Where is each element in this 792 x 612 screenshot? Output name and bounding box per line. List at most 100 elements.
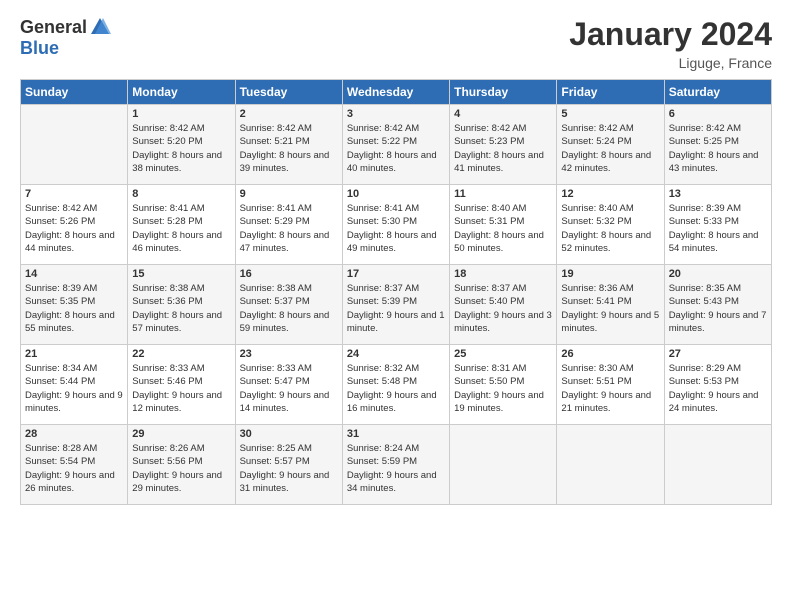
cell-week4-day5: 26 Sunrise: 8:30 AM Sunset: 5:51 PM Dayligh… bbox=[557, 345, 664, 425]
daylight-text: Daylight: 9 hours and 34 minutes. bbox=[347, 470, 437, 494]
header: General Blue January 2024 Liguge, France bbox=[20, 16, 772, 71]
sunrise-text: Sunrise: 8:42 AM bbox=[240, 123, 312, 134]
day-number: 9 bbox=[240, 188, 338, 200]
day-number: 7 bbox=[25, 188, 123, 200]
cell-week5-day2: 30 Sunrise: 8:25 AMSunset: 5:57 PMDayligh… bbox=[235, 425, 342, 505]
cell-info: Sunrise: 8:39 AMSunset: 5:35 PMDaylight:… bbox=[25, 282, 123, 335]
sunset-text: Sunset: 5:25 PM bbox=[669, 136, 739, 147]
daylight-text: Daylight: 9 hours and 29 minutes. bbox=[132, 470, 222, 494]
page: General Blue January 2024 Liguge, France… bbox=[0, 0, 792, 515]
cell-info: Sunrise: 8:26 AMSunset: 5:56 PMDaylight:… bbox=[132, 442, 230, 495]
day-number: 8 bbox=[132, 188, 230, 200]
day-number: 25 bbox=[454, 348, 552, 360]
sunrise-text: Sunrise: 8:41 AM bbox=[132, 203, 204, 214]
daylight-text: Daylight: 8 hours and 52 minutes. bbox=[561, 230, 651, 254]
day-number: 5 bbox=[561, 108, 659, 120]
day-number: 1 bbox=[132, 108, 230, 120]
day-number: 27 bbox=[669, 348, 767, 360]
sunset-text: Sunset: 5:54 PM bbox=[25, 456, 95, 467]
sunrise-text: Sunrise: 8:32 AM bbox=[347, 363, 419, 374]
cell-info: Sunrise: 8:42 AMSunset: 5:26 PMDaylight:… bbox=[25, 202, 123, 255]
sunset-text: Sunset: 5:47 PM bbox=[240, 376, 310, 387]
daylight-text: Daylight: 8 hours and 54 minutes. bbox=[669, 230, 759, 254]
day-number: 2 bbox=[240, 108, 338, 120]
cell-week1-day2: 2 Sunrise: 8:42 AMSunset: 5:21 PMDaylight… bbox=[235, 105, 342, 185]
sunset-text: Sunset: 5:53 PM bbox=[669, 376, 739, 387]
day-number: 26 bbox=[561, 348, 659, 360]
cell-week5-day4 bbox=[450, 425, 557, 505]
sunset-text: Sunset: 5:26 PM bbox=[25, 216, 95, 227]
day-number: 19 bbox=[561, 268, 659, 280]
sunset-text: Sunset: 5:57 PM bbox=[240, 456, 310, 467]
sunset-text: Sunset: 5:51 PM bbox=[561, 376, 631, 387]
day-number: 13 bbox=[669, 188, 767, 200]
cell-info: Sunrise: 8:36 AMSunset: 5:41 PMDaylight:… bbox=[561, 282, 659, 335]
sunset-text: Sunset: 5:20 PM bbox=[132, 136, 202, 147]
cell-week1-day1: 1 Sunrise: 8:42 AM Sunset: 5:20 PM Daylight… bbox=[128, 105, 235, 185]
day-number: 15 bbox=[132, 268, 230, 280]
sunrise-text: Sunrise: 8:42 AM bbox=[561, 123, 633, 134]
sunset-text: Sunset: 5:35 PM bbox=[25, 296, 95, 307]
cell-info: Sunrise: 8:40 AMSunset: 5:32 PMDaylight:… bbox=[561, 202, 659, 255]
sunset-text: Sunset: 5:22 PM bbox=[347, 136, 417, 147]
cell-week4-day1: 22Sunrise: 8:33 AMSunset: 5:46 PMDayligh… bbox=[128, 345, 235, 425]
cell-info: Sunrise: 8:40 AMSunset: 5:31 PMDaylight:… bbox=[454, 202, 552, 255]
title-block: January 2024 Liguge, France bbox=[569, 16, 772, 71]
cell-info: Sunrise: 8:38 AMSunset: 5:36 PMDaylight:… bbox=[132, 282, 230, 335]
sunset-text: Sunset: 5:48 PM bbox=[347, 376, 417, 387]
cell-info: Sunrise: 8:42 AMSunset: 5:24 PMDaylight:… bbox=[561, 122, 659, 175]
sunrise-text: Sunrise: 8:35 AM bbox=[669, 283, 741, 294]
cell-info: Sunrise: 8:39 AMSunset: 5:33 PMDaylight:… bbox=[669, 202, 767, 255]
cell-week1-day0 bbox=[21, 105, 128, 185]
logo: General Blue bbox=[20, 16, 111, 59]
daylight-text: Daylight: 8 hours and 42 minutes. bbox=[561, 150, 651, 174]
sunrise-text: Sunrise: 8:42 AM bbox=[132, 123, 204, 134]
col-saturday: Saturday bbox=[664, 80, 771, 105]
day-number: 30 bbox=[240, 428, 338, 440]
cell-info: Sunrise: 8:42 AMSunset: 5:21 PMDaylight:… bbox=[240, 122, 338, 175]
cell-week3-day3: 17Sunrise: 8:37 AMSunset: 5:39 PMDayligh… bbox=[342, 265, 449, 345]
month-title: January 2024 bbox=[569, 16, 772, 53]
cell-week5-day3: 31Sunrise: 8:24 AMSunset: 5:59 PMDayligh… bbox=[342, 425, 449, 505]
daylight-text: Daylight: 9 hours and 3 minutes. bbox=[454, 310, 552, 334]
col-thursday: Thursday bbox=[450, 80, 557, 105]
day-number: 10 bbox=[347, 188, 445, 200]
cell-info: Sunrise: 8:42 AM Sunset: 5:20 PM Daylight:… bbox=[132, 122, 230, 175]
sunset-text: Sunset: 5:33 PM bbox=[669, 216, 739, 227]
cell-info: Sunrise: 8:42 AMSunset: 5:25 PMDaylight:… bbox=[669, 122, 767, 175]
sunrise-text: Sunrise: 8:30 AM bbox=[561, 363, 633, 374]
location: Liguge, France bbox=[569, 55, 772, 71]
day-number: 28 bbox=[25, 428, 123, 440]
cell-week2-day6: 13 Sunrise: 8:39 AMSunset: 5:33 PMDayligh… bbox=[664, 185, 771, 265]
day-number: 23 bbox=[240, 348, 338, 360]
day-number: 6 bbox=[669, 108, 767, 120]
sunrise-text: Sunrise: 8:31 AM bbox=[454, 363, 526, 374]
daylight-text: Daylight: 8 hours and 55 minutes. bbox=[25, 310, 115, 334]
day-number: 22 bbox=[132, 348, 230, 360]
cell-week2-day3: 10Sunrise: 8:41 AMSunset: 5:30 PMDayligh… bbox=[342, 185, 449, 265]
calendar-table: Sunday Monday Tuesday Wednesday Thursday… bbox=[20, 79, 772, 505]
sunrise-text: Sunrise: 8:41 AM bbox=[240, 203, 312, 214]
daylight-text: Daylight: 8 hours and 38 minutes. bbox=[132, 150, 222, 174]
sunrise-text: Sunrise: 8:36 AM bbox=[561, 283, 633, 294]
sunset-text: Sunset: 5:40 PM bbox=[454, 296, 524, 307]
daylight-text: Daylight: 9 hours and 7 minutes. bbox=[669, 310, 767, 334]
cell-week5-day5 bbox=[557, 425, 664, 505]
cell-info: Sunrise: 8:25 AMSunset: 5:57 PMDaylight:… bbox=[240, 442, 338, 495]
cell-week2-day0: 7 Sunrise: 8:42 AMSunset: 5:26 PMDaylight… bbox=[21, 185, 128, 265]
daylight-text: Daylight: 8 hours and 59 minutes. bbox=[240, 310, 330, 334]
logo-icon bbox=[89, 16, 111, 38]
day-number: 20 bbox=[669, 268, 767, 280]
daylight-text: Daylight: 9 hours and 5 minutes. bbox=[561, 310, 659, 334]
cell-info: Sunrise: 8:28 AMSunset: 5:54 PMDaylight:… bbox=[25, 442, 123, 495]
day-number: 16 bbox=[240, 268, 338, 280]
cell-info: Sunrise: 8:31 AMSunset: 5:50 PMDaylight:… bbox=[454, 362, 552, 415]
header-row: Sunday Monday Tuesday Wednesday Thursday… bbox=[21, 80, 772, 105]
cell-week3-day0: 14Sunrise: 8:39 AMSunset: 5:35 PMDayligh… bbox=[21, 265, 128, 345]
sunset-text: Sunset: 5:23 PM bbox=[454, 136, 524, 147]
daylight-text: Daylight: 9 hours and 21 minutes. bbox=[561, 390, 651, 414]
daylight-text: Daylight: 9 hours and 1 minute. bbox=[347, 310, 445, 334]
week-row-4: 21Sunrise: 8:34 AMSunset: 5:44 PMDayligh… bbox=[21, 345, 772, 425]
sunrise-text: Sunrise: 8:38 AM bbox=[132, 283, 204, 294]
cell-week5-day0: 28 Sunrise: 8:28 AMSunset: 5:54 PMDayligh… bbox=[21, 425, 128, 505]
